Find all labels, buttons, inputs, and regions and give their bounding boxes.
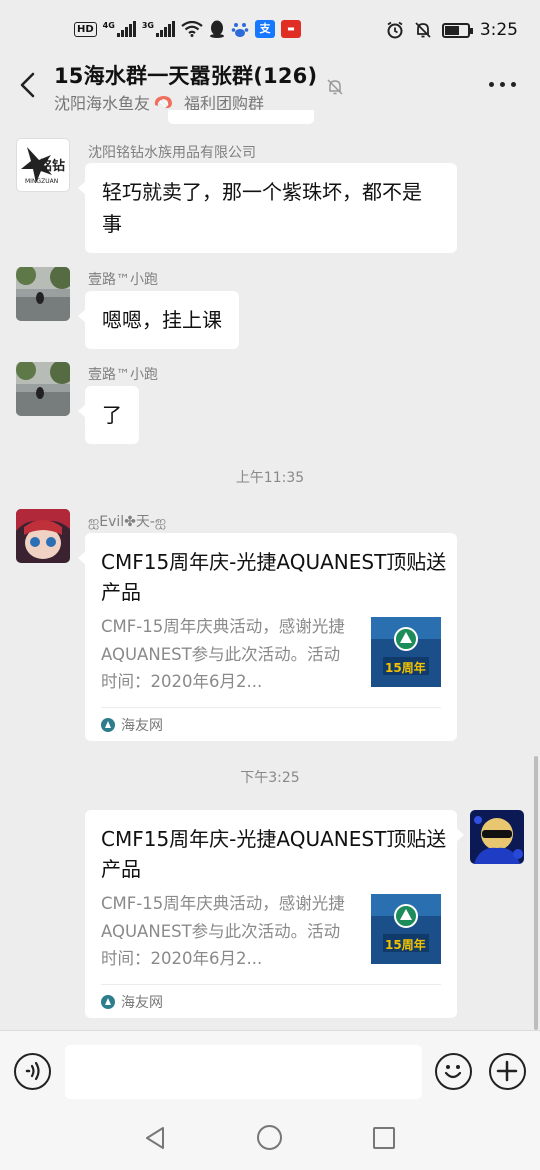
card-thumbnail: 15周年 — [371, 617, 441, 687]
sender-name: 沈阳铭钻水族用品有限公司 — [88, 145, 256, 161]
dot-icon — [500, 82, 505, 87]
avatar-yilu[interactable] — [16, 267, 70, 321]
previous-message-bubble — [168, 110, 314, 124]
hd-badge: HD — [74, 21, 97, 37]
card-title: CMF15周年庆-光捷AQUANEST顶贴送产品 — [101, 550, 447, 604]
more-options-button[interactable] — [489, 82, 516, 87]
avatar-photo — [16, 267, 70, 321]
sender-name: 壹路™小跑 — [88, 272, 158, 288]
message-bubble[interactable]: 了 — [78, 386, 139, 444]
alarm-icon — [387, 21, 403, 39]
news-icon: ▬ — [280, 20, 301, 38]
scrollbar[interactable] — [534, 756, 538, 1030]
nav-back-icon[interactable] — [144, 1126, 166, 1150]
card-divider — [101, 984, 441, 985]
subtitle-part1: 沈阳海水鱼友 — [54, 94, 151, 113]
avatar-evil[interactable] — [16, 509, 70, 563]
share-card[interactable]: CMF15周年庆-光捷AQUANEST顶贴送产品 CMF-15周年庆典活动，感谢… — [85, 810, 464, 1018]
wifi-icon — [181, 21, 203, 37]
anniversary-thumbnail-icon — [371, 617, 441, 687]
anniversary-thumbnail-icon — [371, 894, 441, 964]
share-card[interactable]: CMF15周年庆-光捷AQUANEST顶贴送产品 CMF-15周年庆典活动，感谢… — [78, 533, 457, 741]
chat-title[interactable]: 15海水群一天嚣张群(126) — [54, 60, 317, 90]
baidu-icon — [231, 23, 249, 37]
dot-icon — [489, 82, 494, 87]
more-functions-button[interactable] — [489, 1053, 526, 1090]
smiley-icon — [444, 1065, 462, 1079]
avatar-self-photo — [470, 810, 524, 864]
sender-name: ஐEvil✤天-ஐ — [88, 514, 167, 530]
card-description: CMF-15周年庆典活动，感谢光捷AQUANEST参与此次活动。活动时间：202… — [101, 617, 345, 691]
avatar-mingzuan[interactable]: 铭钻 MINGZUAN — [16, 138, 70, 192]
plus-icon — [496, 1060, 518, 1082]
alipay-icon: 支 — [254, 20, 275, 38]
message-input[interactable] — [65, 1045, 422, 1099]
message-bubble[interactable]: 轻巧就卖了，那一个紫珠坏，都不是事 — [78, 163, 457, 253]
battery-icon — [441, 22, 473, 38]
timestamp: 上午11:35 — [235, 470, 305, 486]
emoji-button[interactable] — [435, 1053, 472, 1090]
nav-home-icon[interactable] — [257, 1125, 282, 1150]
signal-icon-sim2: 3G — [142, 21, 175, 37]
qq-icon — [209, 20, 224, 38]
status-right: 3:25 — [386, 20, 518, 40]
card-thumbnail: 15周年 — [371, 894, 441, 964]
clock: 3:25 — [479, 20, 518, 40]
back-arrow-icon[interactable] — [16, 70, 40, 100]
nav-recents-icon[interactable] — [373, 1127, 395, 1149]
voice-input-button[interactable] — [14, 1053, 51, 1090]
avatar-photo — [16, 362, 70, 416]
card-source: 海友网 — [101, 992, 163, 1012]
card-source: 海友网 — [101, 715, 163, 735]
sender-name: 壹路™小跑 — [88, 367, 158, 383]
source-logo-icon — [101, 995, 115, 1009]
card-divider — [101, 707, 441, 708]
mute-icon — [327, 79, 343, 95]
signal-icon-sim1: 4G — [103, 21, 136, 37]
avatar-yilu[interactable] — [16, 362, 70, 416]
source-logo-icon — [101, 718, 115, 732]
message-bubble[interactable]: 嗯嗯，挂上课 — [78, 291, 239, 349]
chat-header: 15海水群一天嚣张群(126) 沈阳海水鱼友 福利团购群 — [0, 56, 540, 118]
bell-off-icon — [415, 22, 431, 38]
card-description: CMF-15周年庆典活动，感谢光捷AQUANEST参与此次活动。活动时间：202… — [101, 894, 345, 968]
avatar-self[interactable] — [470, 810, 524, 864]
status-bar: HD 4G 3G 支 ▬ 3:25 — [0, 0, 540, 62]
status-left: HD 4G 3G 支 ▬ — [74, 20, 301, 38]
shrimp-icon — [154, 96, 173, 109]
card-title: CMF15周年庆-光捷AQUANEST顶贴送产品 — [101, 827, 447, 881]
system-nav-bar — [0, 1108, 540, 1170]
timestamp: 下午3:25 — [240, 770, 300, 786]
dot-icon — [511, 82, 516, 87]
avatar-anime — [16, 509, 70, 563]
voice-icon — [25, 1061, 40, 1081]
